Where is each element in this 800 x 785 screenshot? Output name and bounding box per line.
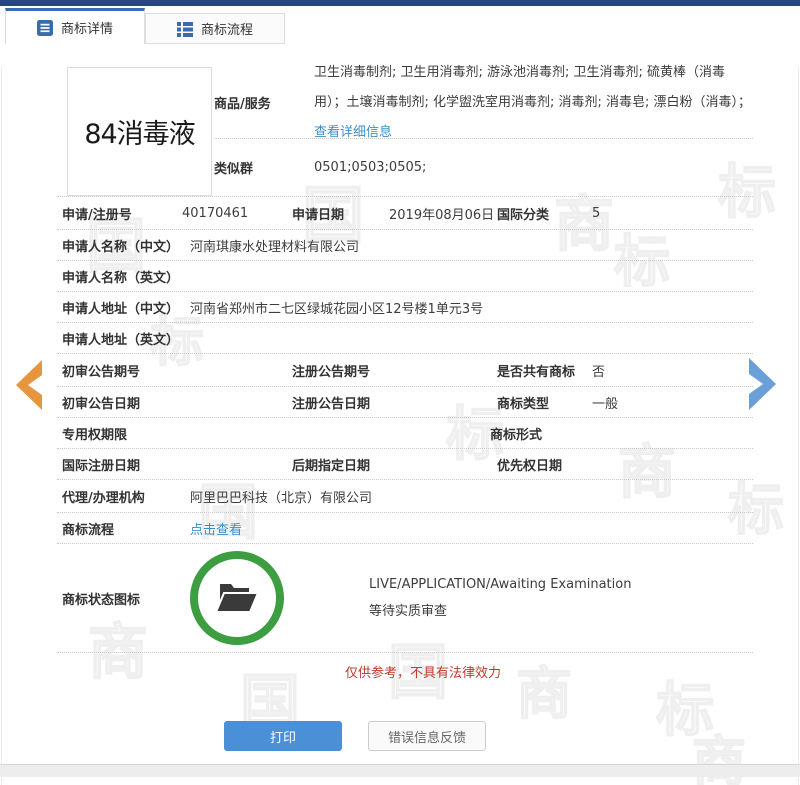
applicant-name-en-row: 申请人名称（英文） xyxy=(57,261,753,292)
status-line-cn: 等待实质审查 xyxy=(369,600,631,619)
tab-bar: 商标详情 商标流程 xyxy=(0,6,800,44)
list-icon xyxy=(177,21,193,37)
field-label: 申请日期 xyxy=(292,204,389,223)
status-line-en: LIVE/APPLICATION/Awaiting Examination xyxy=(369,577,631,592)
trademark-image: 84消毒液 xyxy=(67,67,212,196)
field-label: 初审公告期号 xyxy=(62,361,182,380)
previous-arrow-button[interactable] xyxy=(12,358,46,412)
field-label: 商标状态图标 xyxy=(62,589,190,608)
field-label: 是否共有商标 xyxy=(497,361,592,380)
field-label: 专用权期限 xyxy=(62,424,182,443)
exclusive-right-row: 专用权期限 商标形式 xyxy=(57,418,753,449)
tab-label: 商标详情 xyxy=(61,18,113,37)
tab-trademark-details[interactable]: 商标详情 xyxy=(5,8,145,44)
trademark-summary-row: 84消毒液 商品/服务 卫生消毒制剂; 卫生用消毒剂; 游泳池消毒剂; 卫生消毒… xyxy=(57,67,753,197)
applicant-address-en-row: 申请人地址（英文） xyxy=(57,323,753,354)
field-label: 申请人地址（中文） xyxy=(62,298,190,317)
registration-number-value: 40170461 xyxy=(182,206,292,221)
registration-number-row: 申请/注册号 40170461 申请日期 2019年08月06日 国际分类 5 xyxy=(57,197,753,230)
notice-number-row: 初审公告期号 注册公告期号 是否共有商标 否 xyxy=(57,354,753,387)
international-registration-row: 国际注册日期 后期指定日期 优先权日期 xyxy=(57,449,753,480)
field-label: 商标形式 xyxy=(490,424,585,443)
trademark-name: 84消毒液 xyxy=(84,112,194,151)
applicant-address-cn-row: 申请人地址（中文） 河南省郑州市二七区绿城花园小区12号楼1单元3号 xyxy=(57,292,753,323)
field-label: 申请/注册号 xyxy=(62,204,182,223)
error-feedback-button[interactable]: 错误信息反馈 xyxy=(368,721,486,751)
tab-trademark-process[interactable]: 商标流程 xyxy=(145,13,285,44)
applicant-name-cn-value: 河南琪康水处理材料有限公司 xyxy=(190,236,359,255)
agent-row: 代理/办理机构 阿里巴巴科技（北京）有限公司 xyxy=(57,480,753,513)
goods-services-row: 商品/服务 卫生消毒制剂; 卫生用消毒剂; 游泳池消毒剂; 卫生消毒剂; 硫黄棒… xyxy=(214,67,753,139)
similar-group-row: 类似群 0501;0503;0505; xyxy=(214,139,753,196)
goods-services-text: 卫生消毒制剂; 卫生用消毒剂; 游泳池消毒剂; 卫生消毒剂; 硫黄棒（消毒用）；… xyxy=(314,65,751,110)
field-label: 注册公告日期 xyxy=(292,393,389,412)
tab-label: 商标流程 xyxy=(201,19,253,38)
applicant-name-cn-row: 申请人名称（中文） 河南琪康水处理材料有限公司 xyxy=(57,230,753,261)
goods-services-label: 商品/服务 xyxy=(214,93,314,112)
international-class-value: 5 xyxy=(592,206,600,221)
goods-services-value: 卫生消毒制剂; 卫生用消毒剂; 游泳池消毒剂; 卫生消毒剂; 硫黄棒（消毒用）；… xyxy=(314,58,753,148)
field-label: 后期指定日期 xyxy=(292,455,389,474)
shared-trademark-value: 否 xyxy=(592,361,605,380)
click-to-view-link[interactable]: 点击查看 xyxy=(190,519,242,538)
field-label: 申请人地址（英文） xyxy=(62,329,190,348)
applicant-address-cn-value: 河南省郑州市二七区绿城花园小区12号楼1单元3号 xyxy=(190,298,483,317)
similar-group-value: 0501;0503;0505; xyxy=(314,153,426,183)
trademark-process-row: 商标流程 点击查看 xyxy=(57,513,753,544)
field-label: 商标类型 xyxy=(497,393,592,412)
legal-disclaimer: 仅供参考，不具有法律效力 xyxy=(75,662,771,681)
print-button[interactable]: 打印 xyxy=(224,721,342,751)
field-label: 申请人名称（英文） xyxy=(62,267,190,286)
next-arrow-button[interactable] xyxy=(744,356,780,412)
field-label: 代理/办理机构 xyxy=(62,487,190,506)
field-label: 申请人名称（中文） xyxy=(62,236,190,255)
trademark-status-row: 商标状态图标 LIVE/APPLICATION/Awaiting Examina… xyxy=(57,544,753,653)
field-label: 注册公告期号 xyxy=(292,361,389,380)
status-folder-icon xyxy=(190,551,284,645)
trademark-detail-card: 国商标标国标标国商标商国商国标商 84消毒液 商品/服务 卫生消毒制剂; 卫生用… xyxy=(1,67,799,785)
field-label: 国际分类 xyxy=(497,204,592,223)
notice-date-row: 初审公告日期 注册公告日期 商标类型 一般 xyxy=(57,387,753,418)
trademark-type-value: 一般 xyxy=(592,393,618,412)
bottom-strip xyxy=(0,764,800,777)
field-label: 商标流程 xyxy=(62,519,190,538)
view-details-link[interactable]: 查看详细信息 xyxy=(314,125,392,140)
agent-value: 阿里巴巴科技（北京）有限公司 xyxy=(190,487,372,506)
field-label: 初审公告日期 xyxy=(62,393,182,412)
application-date-value: 2019年08月06日 xyxy=(389,204,497,223)
field-label: 国际注册日期 xyxy=(62,455,182,474)
field-label: 优先权日期 xyxy=(497,455,592,474)
similar-group-label: 类似群 xyxy=(214,158,314,177)
action-buttons: 打印 错误信息反馈 xyxy=(7,721,703,751)
document-icon xyxy=(37,20,53,36)
